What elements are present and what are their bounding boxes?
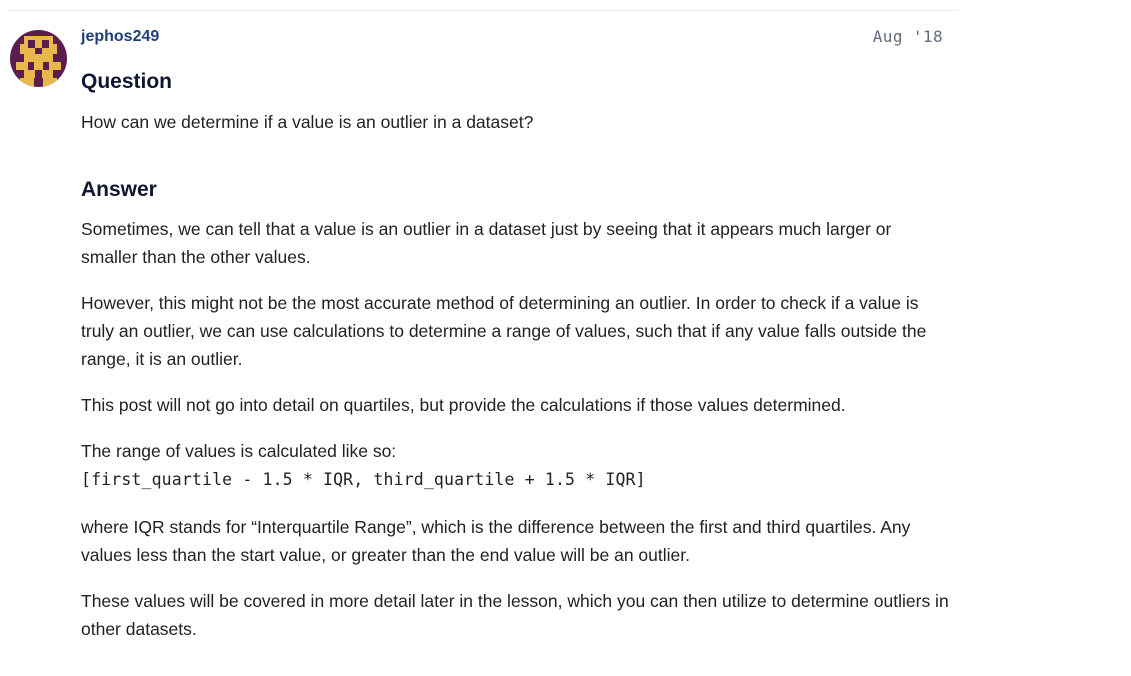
answer-paragraph: Sometimes, we can tell that a value is a… bbox=[81, 219, 892, 267]
forum-post: jephos249 Aug '18 Question How can we de… bbox=[0, 0, 1131, 676]
post-body: Question How can we determine if a value… bbox=[81, 68, 951, 643]
username-link[interactable]: jephos249 bbox=[81, 27, 159, 47]
answer-paragraph: This post will not go into detail on qua… bbox=[81, 395, 846, 415]
answer-paragraph: These values will be covered in more det… bbox=[81, 591, 949, 639]
answer-heading: Answer bbox=[81, 178, 157, 201]
avatar[interactable] bbox=[10, 30, 67, 87]
pixel-avatar-icon bbox=[10, 30, 67, 87]
answer-paragraph: However, this might not be the most accu… bbox=[81, 293, 927, 369]
range-intro-text: The range of values is calculated like s… bbox=[81, 441, 397, 461]
range-paragraph: The range of values is calculated like s… bbox=[81, 437, 951, 495]
question-heading: Question bbox=[81, 70, 173, 93]
question-text: How can we determine if a value is an ou… bbox=[81, 112, 534, 132]
post-date[interactable]: Aug '18 bbox=[842, 27, 943, 47]
post-divider bbox=[8, 10, 958, 11]
answer-paragraph: where IQR stands for “Interquartile Rang… bbox=[81, 517, 911, 565]
range-formula-code: [first_quartile - 1.5 * IQR, third_quart… bbox=[81, 470, 646, 489]
